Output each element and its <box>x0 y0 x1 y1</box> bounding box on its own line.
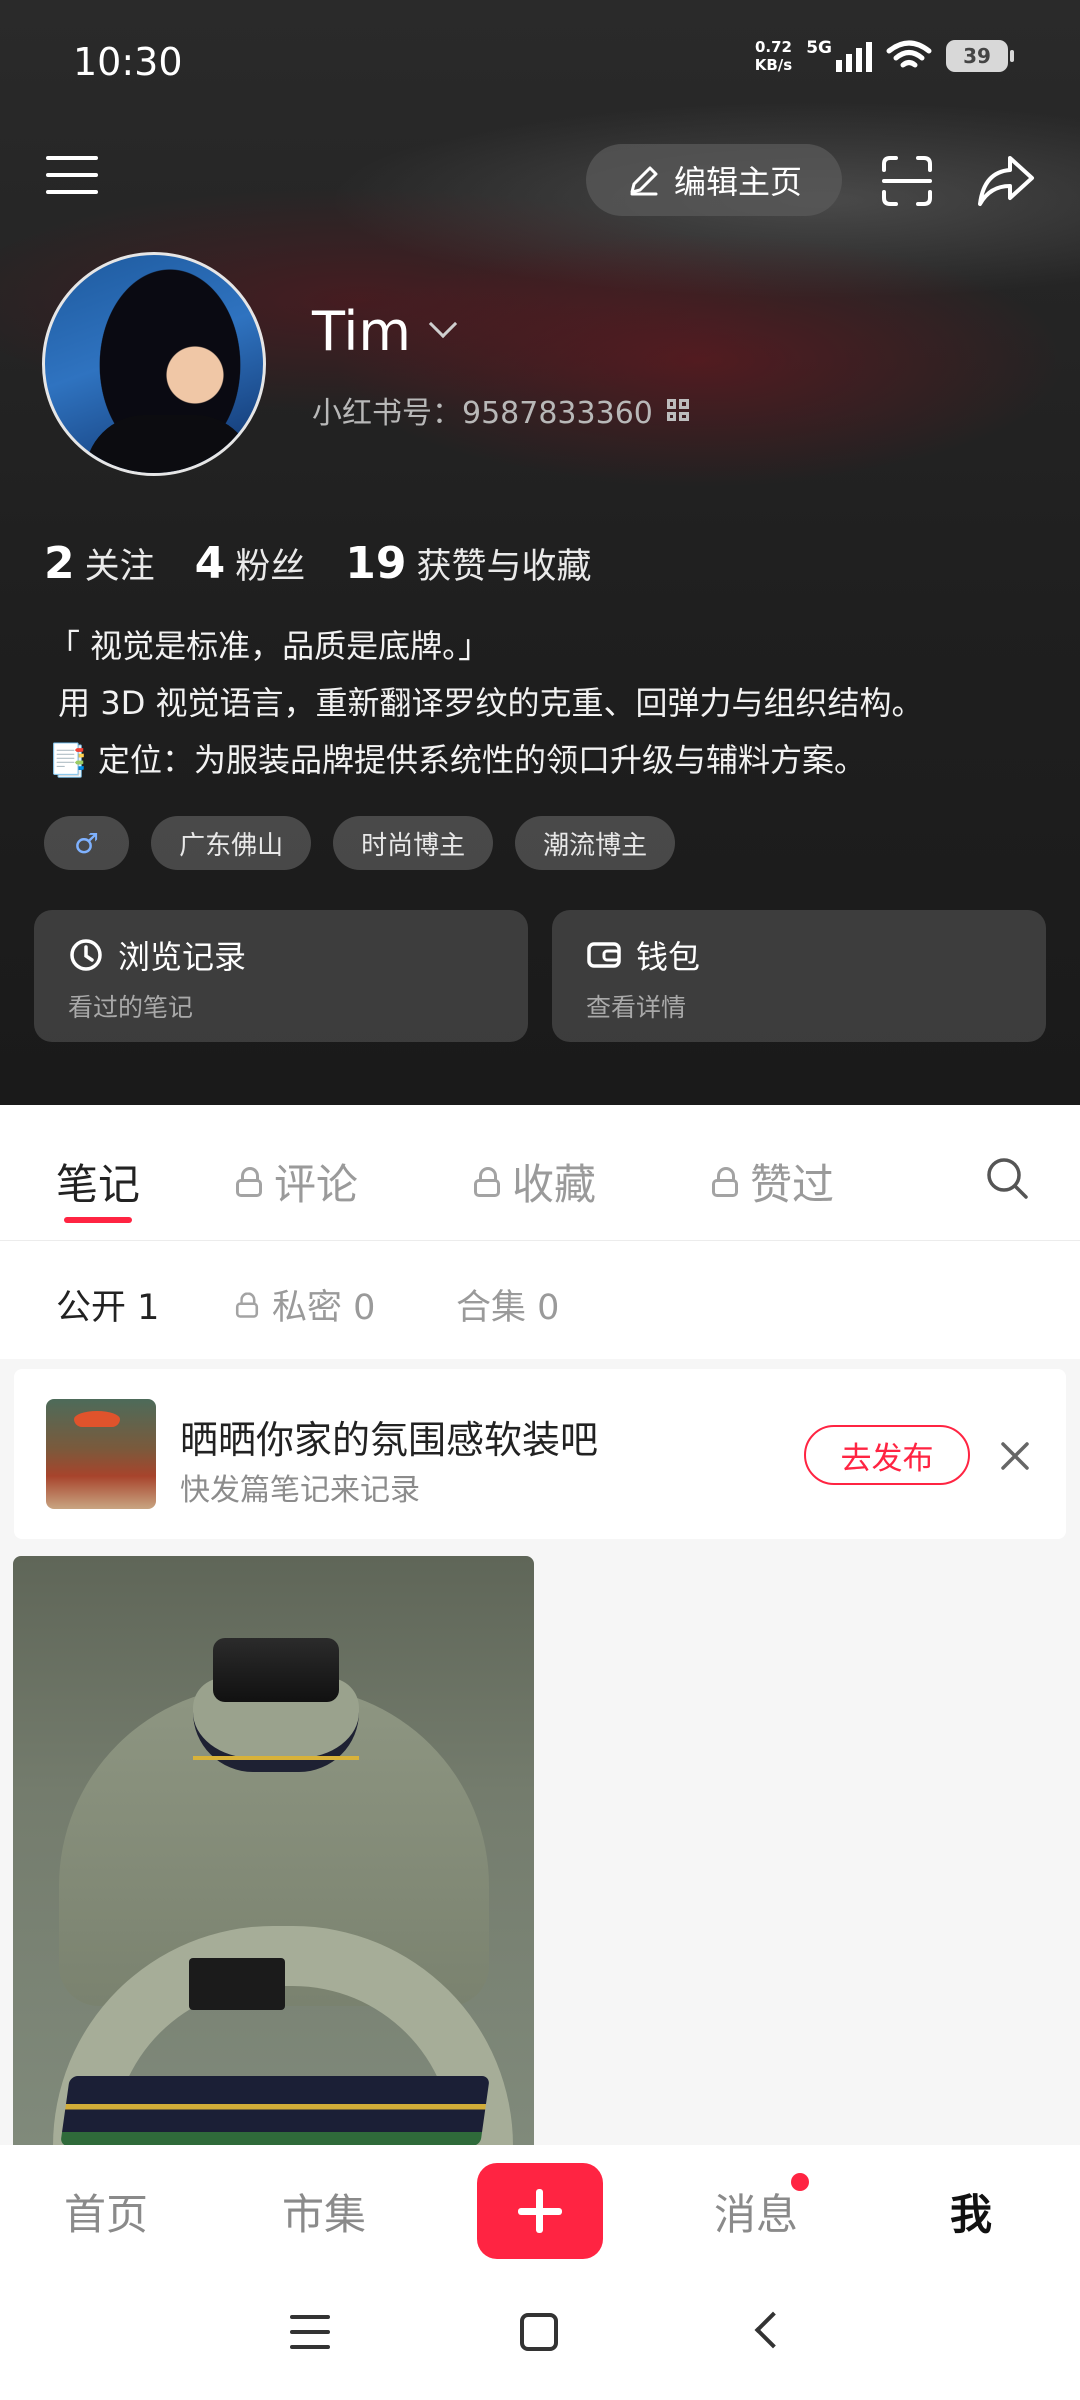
recent-apps-icon[interactable] <box>290 2315 330 2351</box>
subtab-public[interactable]: 公开 1 <box>56 1279 159 1330</box>
avatar[interactable] <box>42 252 266 476</box>
red-id[interactable]: 小红书号：9587833360 <box>312 388 689 432</box>
stat-following[interactable]: 2 关注 <box>44 538 155 589</box>
wifi-icon <box>886 40 932 68</box>
note-filter-tabs: 公开 1 私密 0 合集 0 <box>0 1241 1080 1359</box>
create-note-button[interactable] <box>477 2163 603 2259</box>
lock-icon <box>236 1166 262 1197</box>
history-card[interactable]: 浏览记录 看过的笔记 <box>34 910 528 1042</box>
nav-messages[interactable]: 消息 <box>714 2181 798 2242</box>
promo-title: 晒晒你家的氛围感软装吧 <box>180 1418 599 1462</box>
qr-code-icon <box>666 399 689 421</box>
promo-thumbnail <box>46 1399 156 1509</box>
profile-stats: 2 关注 4 粉丝 19 获赞与收藏 <box>44 538 592 589</box>
close-icon[interactable] <box>998 1439 1032 1473</box>
bio-line: 用 3D 视觉语言，重新翻译罗纹的克重、回弹力与组织结构。 <box>48 684 924 722</box>
share-icon[interactable] <box>976 152 1036 208</box>
quick-cards: 浏览记录 看过的笔记 钱包 查看详情 <box>34 910 1046 1042</box>
signal-icon: 5G <box>806 38 872 72</box>
profile-tags: ♂ 广东佛山 时尚博主 潮流博主 <box>44 816 676 870</box>
pencil-icon <box>630 166 658 196</box>
subtab-private[interactable]: 私密 0 <box>234 1279 375 1330</box>
top-bar: 编辑主页 <box>0 140 1080 220</box>
wallet-card[interactable]: 钱包 查看详情 <box>552 910 1046 1042</box>
profile-header: 10:30 0.72 KB/s 5G 39 编辑主页 Tim 小红书号：9587… <box>0 0 1080 1105</box>
unread-dot <box>791 2173 809 2191</box>
status-bar: 10:30 0.72 KB/s 5G 39 <box>0 0 1080 130</box>
gender-tag: ♂ <box>44 816 130 870</box>
subtab-collections[interactable]: 合集 0 <box>456 1279 559 1330</box>
home-icon[interactable] <box>520 2313 558 2351</box>
search-icon[interactable] <box>984 1155 1030 1201</box>
nav-me[interactable]: 我 <box>950 2181 992 2242</box>
status-icons: 0.72 KB/s 5G 39 <box>754 38 1014 74</box>
content-area: 笔记 评论 收藏 赞过 公开 1 私密 0 合集 0 晒晒你家的氛围感软装吧 快… <box>0 1105 1080 2150</box>
edit-profile-button[interactable]: 编辑主页 <box>586 144 842 216</box>
menu-icon[interactable] <box>46 156 98 200</box>
publish-button[interactable]: 去发布 <box>804 1425 970 1485</box>
lock-icon <box>712 1166 738 1197</box>
clock-icon <box>70 939 102 971</box>
nickname[interactable]: Tim <box>312 300 458 363</box>
scan-icon[interactable] <box>880 154 934 208</box>
wallet-icon <box>587 942 621 968</box>
edit-profile-label: 编辑主页 <box>673 163 802 201</box>
active-tab-indicator <box>64 1217 132 1223</box>
tab-liked[interactable]: 赞过 <box>712 1151 834 1212</box>
system-nav-bar <box>0 2271 1080 2400</box>
chevron-down-icon <box>428 309 458 338</box>
battery-icon: 39 <box>946 40 1014 72</box>
bio: 「 视觉是标准，品质是底牌。」 用 3D 视觉语言，重新翻译罗纹的克重、回弹力与… <box>48 618 1048 789</box>
bottom-nav: 首页 市集 消息 我 <box>0 2145 1080 2271</box>
stat-likes-collections[interactable]: 19 获赞与收藏 <box>345 538 591 589</box>
network-type: 5G <box>806 38 832 58</box>
publish-prompt-card: 晒晒你家的氛围感软装吧 快发篇笔记来记录 去发布 <box>14 1369 1066 1539</box>
tag-fashion: 时尚博主 <box>333 816 494 870</box>
bio-line: 「 视觉是标准，品质是底牌。」 <box>48 627 491 665</box>
tag-trend: 潮流博主 <box>515 816 676 870</box>
nav-market[interactable]: 市集 <box>282 2181 366 2242</box>
lock-icon <box>235 1291 259 1318</box>
tab-collections[interactable]: 收藏 <box>474 1151 596 1212</box>
tab-notes[interactable]: 笔记 <box>56 1151 140 1212</box>
back-icon[interactable] <box>754 2311 792 2349</box>
profile-tabs: 笔记 评论 收藏 赞过 <box>0 1105 1080 1241</box>
lock-icon <box>474 1166 500 1197</box>
note-card[interactable] <box>13 1556 534 2150</box>
nav-home[interactable]: 首页 <box>64 2181 148 2242</box>
promo-subtitle: 快发篇笔记来记录 <box>180 1473 420 1508</box>
tab-comments[interactable]: 评论 <box>236 1151 358 1212</box>
status-time: 10:30 <box>73 40 183 84</box>
stat-followers[interactable]: 4 粉丝 <box>195 538 306 589</box>
network-speed: 0.72 KB/s <box>754 38 793 74</box>
bio-line: 📑 定位：为服装品牌提供系统性的领口升级与辅料方案。 <box>48 741 867 779</box>
tag-location: 广东佛山 <box>151 816 312 870</box>
